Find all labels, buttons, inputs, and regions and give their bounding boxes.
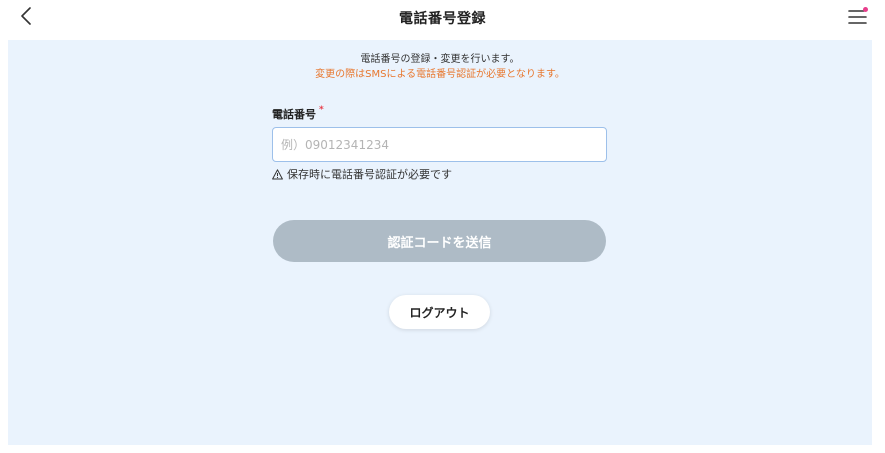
phone-input[interactable]: [272, 127, 607, 162]
send-code-button[interactable]: 認証コードを送信: [273, 220, 606, 262]
phone-field-label: 電話番号 *: [272, 106, 607, 122]
page-title: 電話番号登録: [399, 11, 486, 27]
main-content: 電話番号の登録・変更を行います。 変更の際はSMSによる電話番号認証が必要となり…: [8, 40, 872, 445]
intro-description: 電話番号の登録・変更を行います。: [360, 54, 520, 65]
warning-icon: [272, 168, 283, 180]
required-mark: *: [319, 105, 324, 115]
verification-hint: 保存時に電話番号認証が必要です: [272, 166, 607, 182]
app-header: 電話番号登録: [0, 0, 885, 37]
menu-button[interactable]: [847, 4, 871, 28]
phone-label-text: 電話番号: [272, 108, 316, 121]
hint-text: 保存時に電話番号認証が必要です: [287, 168, 452, 181]
intro-notice: 変更の際はSMSによる電話番号認証が必要となります。: [315, 69, 565, 80]
intro-text: 電話番号の登録・変更を行います。 変更の際はSMSによる電話番号認証が必要となり…: [8, 52, 872, 82]
phone-form: 電話番号 * 保存時に電話番号認証が必要です: [272, 106, 607, 182]
logout-button[interactable]: ログアウト: [389, 295, 490, 329]
notification-dot: [863, 7, 868, 12]
